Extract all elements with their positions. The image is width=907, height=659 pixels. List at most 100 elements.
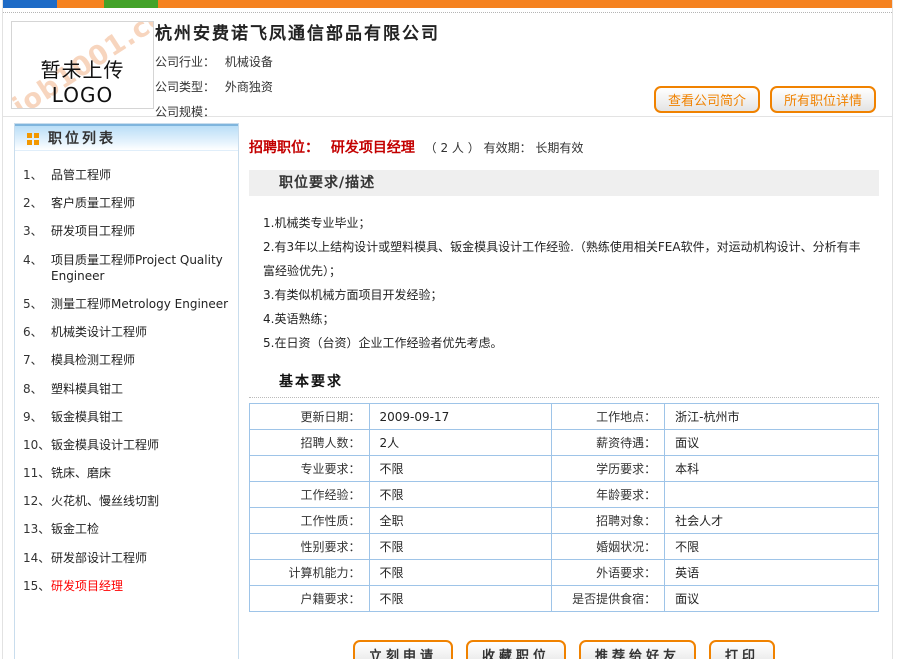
item-number: 10、 bbox=[23, 437, 51, 453]
industry-value: 机械设备 bbox=[225, 55, 273, 69]
sidebar-item-2[interactable]: 2、客户质量工程师 bbox=[21, 189, 234, 217]
sidebar-item-4[interactable]: 4、项目质量工程师Project Quality Engineer bbox=[21, 246, 234, 290]
item-label: 研发项目工程师 bbox=[51, 223, 232, 239]
description-line: 2.有3年以上结构设计或塑料模具、钣金模具设计工作经验.（熟练使用相关FEA软件… bbox=[263, 235, 869, 283]
table-row: 计算机能力： 不限 外语要求： 英语 bbox=[250, 560, 879, 586]
sidebar-item-1[interactable]: 1、品管工程师 bbox=[21, 161, 234, 189]
field-value: 面议 bbox=[665, 430, 879, 456]
company-name: 杭州安费诺飞凤通信部品有限公司 bbox=[155, 19, 892, 44]
basic-requirements-title: 基本要求 bbox=[249, 367, 879, 398]
field-value: 面议 bbox=[665, 586, 879, 612]
field-value: 不限 bbox=[369, 560, 551, 586]
field-value: 浙江-杭州市 bbox=[665, 404, 879, 430]
item-label: 塑料模具钳工 bbox=[51, 381, 232, 397]
sidebar-item-5[interactable]: 5、测量工程师Metrology Engineer bbox=[21, 290, 234, 318]
apply-now-button[interactable]: 立刻申请 bbox=[353, 640, 453, 659]
company-industry-row: 公司行业： 机械设备 bbox=[155, 50, 892, 75]
item-number: 13、 bbox=[23, 521, 51, 537]
type-value: 外商独资 bbox=[225, 80, 273, 94]
job-description: 1.机械类专业毕业； 2.有3年以上结构设计或塑料模具、钣金模具设计工作经验.（… bbox=[249, 196, 879, 363]
item-label: 项目质量工程师Project Quality Engineer bbox=[51, 252, 232, 284]
item-number: 12、 bbox=[23, 493, 51, 509]
item-number: 1、 bbox=[23, 167, 51, 183]
field-label: 工作性质： bbox=[250, 508, 370, 534]
job-detail-main: 招聘职位： 研发项目经理 （ 2 人 ） 有效期： 长期有效 职位要求/描述 1… bbox=[249, 123, 879, 659]
description-line: 3.有类似机械方面项目开发经验； bbox=[263, 283, 869, 307]
company-header: job1001.com 暂未上传LOGO 杭州安费诺飞凤通信部品有限公司 公司行… bbox=[3, 13, 892, 117]
field-value: 社会人才 bbox=[665, 508, 879, 534]
view-company-profile-button[interactable]: 查看公司简介 bbox=[654, 86, 760, 113]
item-number: 15、 bbox=[23, 578, 51, 594]
description-line: 4.英语熟练； bbox=[263, 307, 869, 331]
sidebar-item-7[interactable]: 7、模具检测工程师 bbox=[21, 346, 234, 374]
field-label: 薪资待遇： bbox=[551, 430, 664, 456]
topbar-segment-orange2 bbox=[158, 0, 892, 8]
field-label: 专业要求： bbox=[250, 456, 370, 482]
field-label: 学历要求： bbox=[551, 456, 664, 482]
sidebar-item-6[interactable]: 6、机械类设计工程师 bbox=[21, 318, 234, 346]
item-label: 铣床、磨床 bbox=[51, 465, 232, 481]
item-number: 11、 bbox=[23, 465, 51, 481]
job-headcount: （ 2 人 ） bbox=[425, 141, 480, 155]
description-line: 5.在日资（台资）企业工作经验者优先考虑。 bbox=[263, 331, 869, 355]
requirements-section-title: 职位要求/描述 bbox=[249, 170, 879, 196]
job-title-line: 招聘职位： 研发项目经理 （ 2 人 ） 有效期： 长期有效 bbox=[249, 137, 879, 157]
sidebar-item-12[interactable]: 12、火花机、慢丝线切割 bbox=[21, 487, 234, 515]
item-label: 研发项目经理 bbox=[51, 578, 232, 594]
field-label: 婚姻状况： bbox=[551, 534, 664, 560]
job-title: 研发项目经理 bbox=[331, 140, 415, 156]
item-label: 测量工程师Metrology Engineer bbox=[51, 296, 232, 312]
field-value: 不限 bbox=[369, 482, 551, 508]
table-row: 专业要求： 不限 学历要求： 本科 bbox=[250, 456, 879, 482]
field-label: 性别要求： bbox=[250, 534, 370, 560]
description-line: 1.机械类专业毕业； bbox=[263, 211, 869, 235]
recommend-to-friend-button[interactable]: 推荐给好友 bbox=[579, 640, 696, 659]
sidebar-item-10[interactable]: 10、钣金模具设计工程师 bbox=[21, 431, 234, 459]
item-number: 8、 bbox=[23, 381, 51, 397]
topbar-segment-orange bbox=[57, 0, 104, 8]
item-number: 6、 bbox=[23, 324, 51, 340]
item-number: 3、 bbox=[23, 223, 51, 239]
save-job-button[interactable]: 收藏职位 bbox=[466, 640, 566, 659]
top-color-bar bbox=[3, 0, 892, 8]
table-row: 工作性质： 全职 招聘对象： 社会人才 bbox=[250, 508, 879, 534]
logo-placeholder-text: 暂未上传LOGO bbox=[12, 54, 153, 107]
item-label: 机械类设计工程师 bbox=[51, 324, 232, 340]
grid-icon bbox=[27, 133, 32, 138]
sidebar-item-15-active[interactable]: 15、研发项目经理 bbox=[21, 572, 234, 600]
sidebar-item-14[interactable]: 14、研发部设计工程师 bbox=[21, 544, 234, 572]
page: job1001.com 暂未上传LOGO 杭州安费诺飞凤通信部品有限公司 公司行… bbox=[2, 0, 893, 659]
field-label: 外语要求： bbox=[551, 560, 664, 586]
field-value: 2009-09-17 bbox=[369, 404, 551, 430]
item-number: 4、 bbox=[23, 252, 51, 284]
all-jobs-detail-button[interactable]: 所有职位详情 bbox=[770, 86, 876, 113]
sidebar-item-13[interactable]: 13、钣金工检 bbox=[21, 515, 234, 543]
print-button[interactable]: 打印 bbox=[709, 640, 775, 659]
sidebar-header: 职位列表 bbox=[15, 124, 238, 151]
item-label: 客户质量工程师 bbox=[51, 195, 232, 211]
field-value: 不限 bbox=[665, 534, 879, 560]
topbar-segment-green bbox=[104, 0, 158, 8]
field-label: 招聘对象： bbox=[551, 508, 664, 534]
sidebar-item-11[interactable]: 11、铣床、磨床 bbox=[21, 459, 234, 487]
job-list-sidebar: 职位列表 1、品管工程师 2、客户质量工程师 3、研发项目工程师 4、项目质量工… bbox=[14, 123, 239, 659]
field-value: 2人 bbox=[369, 430, 551, 456]
sidebar-item-3[interactable]: 3、研发项目工程师 bbox=[21, 217, 234, 245]
topbar-segment-blue bbox=[3, 0, 57, 8]
item-label: 火花机、慢丝线切割 bbox=[51, 493, 232, 509]
field-label: 工作经验： bbox=[250, 482, 370, 508]
item-label: 钣金模具钳工 bbox=[51, 409, 232, 425]
size-label: 公司规模： bbox=[155, 105, 215, 119]
field-value: 不限 bbox=[369, 456, 551, 482]
field-value: 本科 bbox=[665, 456, 879, 482]
company-logo-placeholder: job1001.com 暂未上传LOGO bbox=[11, 21, 154, 109]
item-label: 研发部设计工程师 bbox=[51, 550, 232, 566]
item-label: 品管工程师 bbox=[51, 167, 232, 183]
field-value: 全职 bbox=[369, 508, 551, 534]
sidebar-title: 职位列表 bbox=[48, 128, 116, 148]
item-label: 钣金模具设计工程师 bbox=[51, 437, 232, 453]
sidebar-item-9[interactable]: 9、钣金模具钳工 bbox=[21, 403, 234, 431]
sidebar-item-8[interactable]: 8、塑料模具钳工 bbox=[21, 375, 234, 403]
header-buttons: 查看公司简介 所有职位详情 bbox=[654, 86, 876, 113]
industry-label: 公司行业： bbox=[155, 55, 215, 69]
